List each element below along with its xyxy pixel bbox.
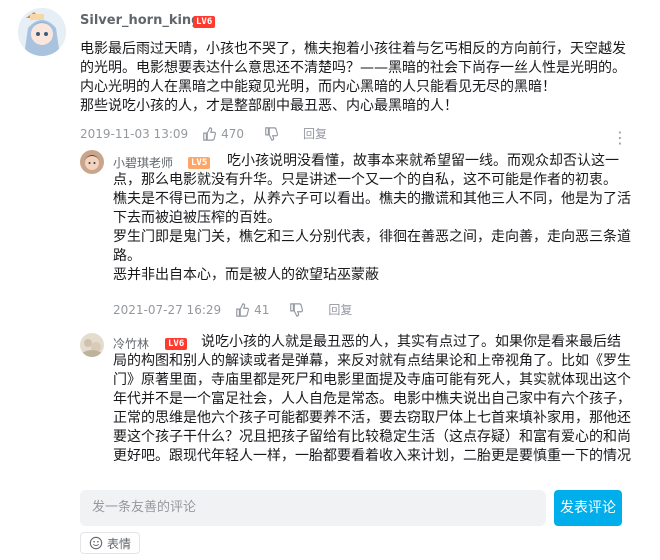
reply-timestamp: 2021-07-27 16:29 [113,302,222,317]
avatar[interactable] [80,333,104,357]
comment-meta: 2019-11-03 13:09 470 回复 [80,125,341,142]
emoji-button[interactable]: 表情 [80,532,141,554]
comment-username[interactable]: Silver_horn_king [80,13,201,28]
thumb-down-icon [265,126,279,141]
like-count: 470 [221,126,245,141]
like-button[interactable]: 470 [202,127,244,141]
reply-content: 吃小孩说明没看懂，故事本来就希望留一线。而观众却否认这一 点，那么电影就没有升华… [113,153,631,283]
level-badge: LV6 [193,16,216,28]
dislike-button[interactable] [289,302,308,317]
like-count: 41 [254,302,270,317]
thumb-up-icon [236,302,250,317]
smile-icon [89,536,103,550]
like-button[interactable]: 41 [235,303,269,317]
dislike-button[interactable] [264,126,283,141]
send-comment-button[interactable]: 发表评论 [554,490,622,526]
thumb-up-icon [203,126,217,141]
reply-meta: 2021-07-27 16:29 41 回复 [113,301,366,318]
more-options-icon[interactable]: ⋮ [612,128,628,147]
avatar[interactable] [18,8,66,56]
comment-timestamp: 2019-11-03 13:09 [80,126,189,141]
reply-button[interactable]: 回复 [328,301,352,318]
avatar[interactable] [80,150,104,174]
reply-button[interactable]: 回复 [303,125,327,142]
comment-content: 电影最后雨过天晴，小孩也不哭了，樵夫抱着小孩往着与乞丐相反的方向前行，天空越发 … [80,41,626,114]
reply-content: 说吃小孩的人就是最丑恶的人，其实有点过了。如果你是看来最后结 局的构图和别人的解… [113,334,631,464]
comment-composer: 发一条友善的评论 发表评论 表情 [0,480,660,560]
comment-input[interactable]: 发一条友善的评论 [80,490,546,526]
thumb-down-icon [290,302,304,317]
emoji-label: 表情 [107,536,132,551]
